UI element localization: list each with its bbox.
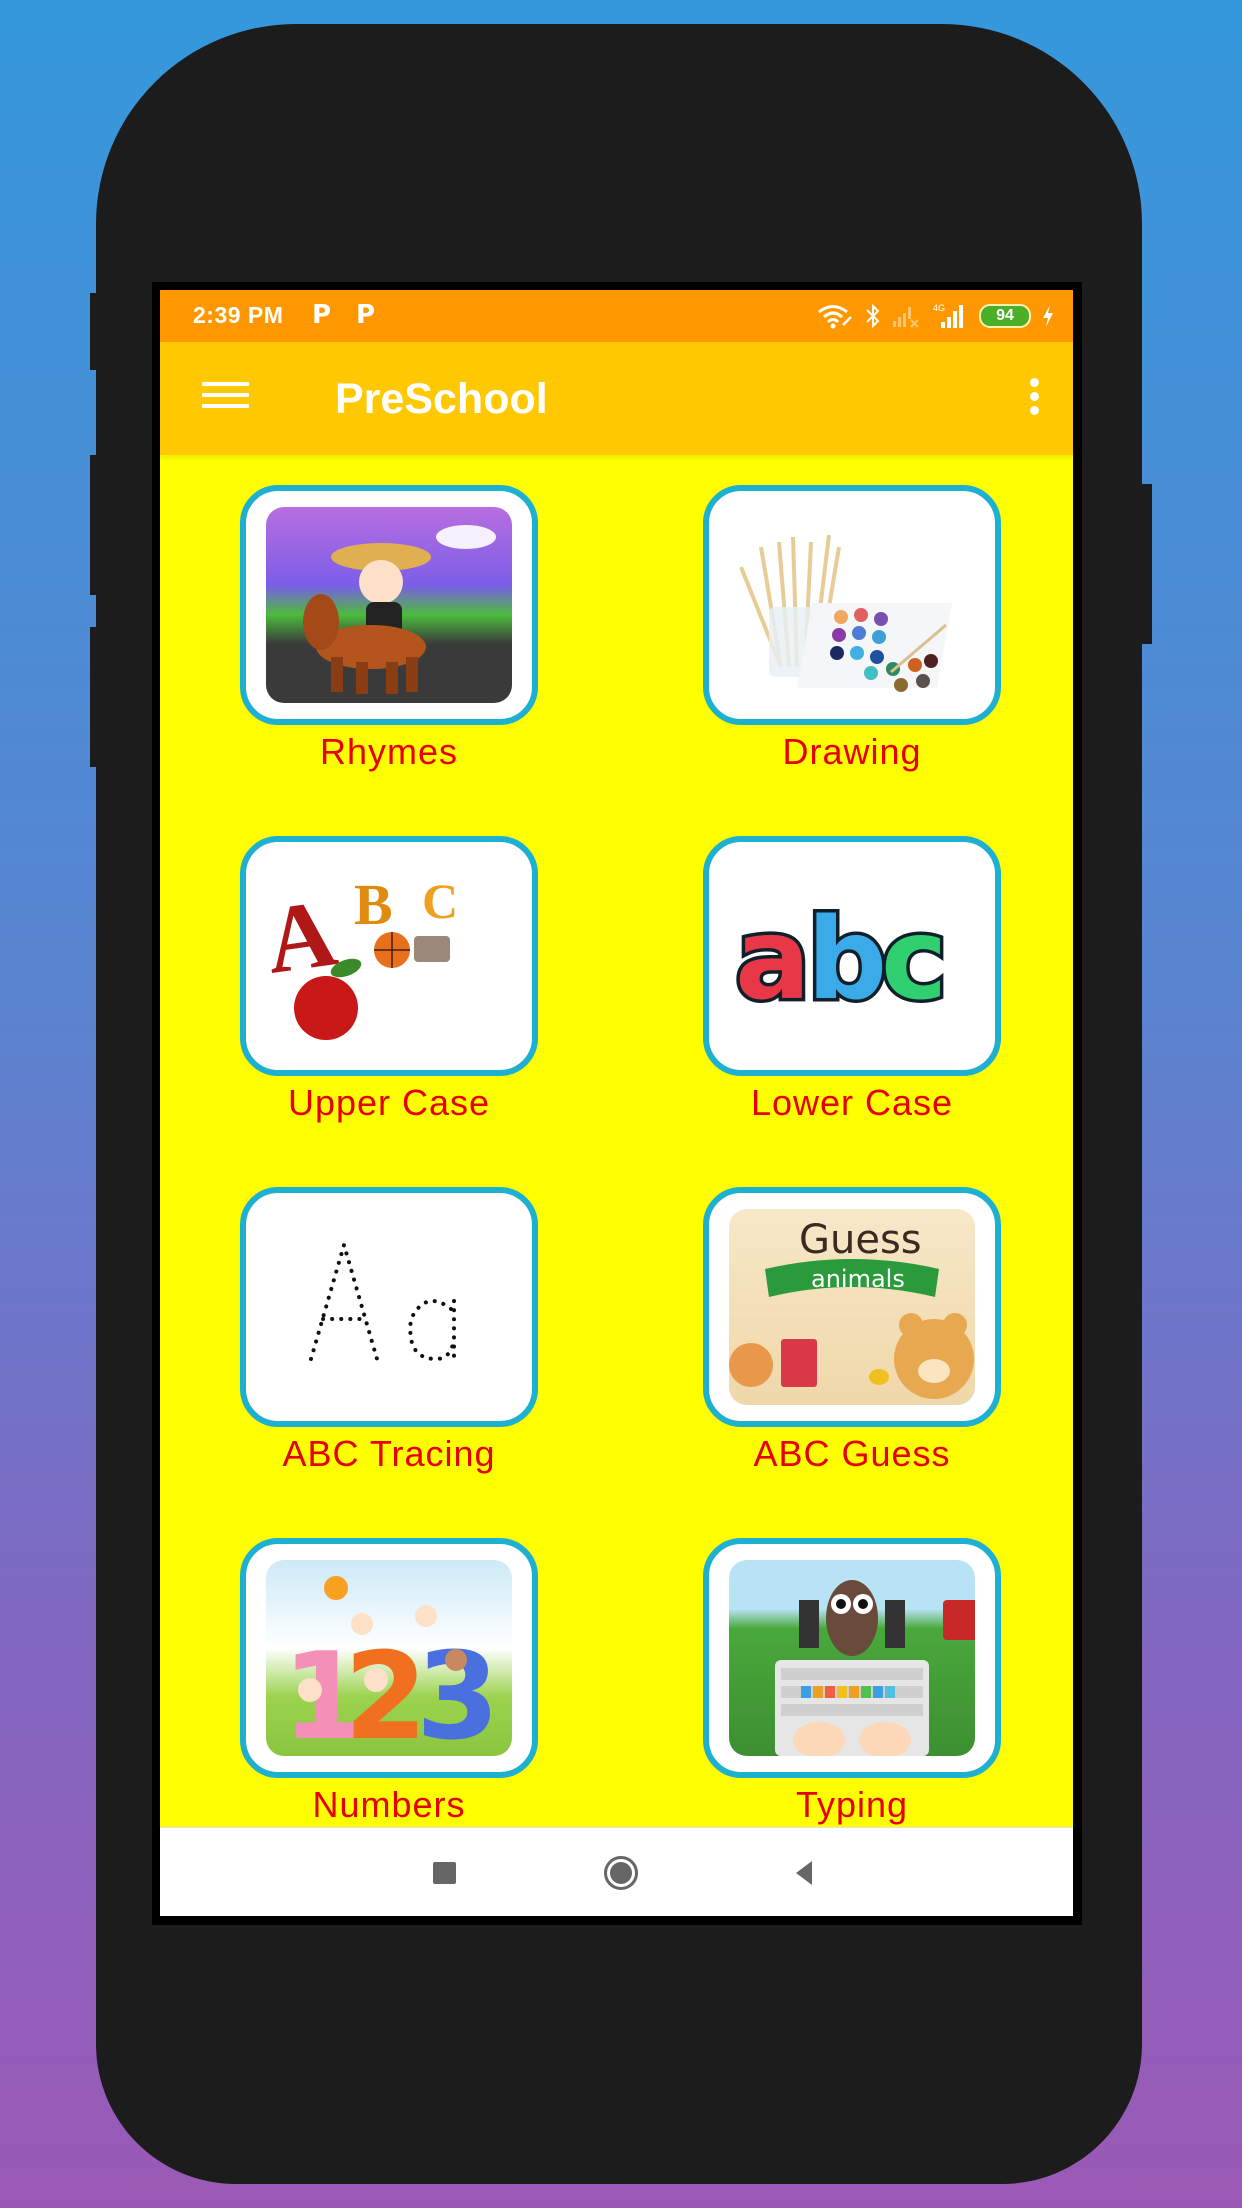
system-navigation-bar <box>160 1827 1073 1916</box>
tile-label: Typing <box>795 1784 909 1825</box>
tile-card[interactable]: a b c <box>703 836 1001 1076</box>
tile-label: Upper Case <box>287 1082 491 1123</box>
p-app-notification-icon: P <box>312 300 332 330</box>
tile-lower-case[interactable]: a b c Lower Case <box>703 836 1001 1123</box>
network-type-label: 4G <box>933 303 945 313</box>
tile-label: Numbers <box>312 1784 466 1825</box>
recent-apps-button[interactable] <box>407 1828 487 1916</box>
tile-abc-guess[interactable]: Guess animals ABC Guess <box>703 1187 1001 1474</box>
tile-rhymes[interactable]: Rhymes <box>240 485 538 772</box>
home-dot-icon <box>610 1862 632 1884</box>
wifi-icon <box>818 305 852 329</box>
home-button[interactable] <box>584 1828 664 1916</box>
tile-card[interactable]: 1 2 3 <box>240 1538 538 1778</box>
svg-text:B: B <box>354 872 393 937</box>
more-options-icon[interactable] <box>1029 378 1039 416</box>
square-icon <box>433 1862 456 1884</box>
hamburger-menu-icon[interactable] <box>202 382 249 410</box>
guess-image-subtitle: animals <box>811 1265 905 1293</box>
tile-label: Lower Case <box>750 1082 954 1123</box>
tile-drawing[interactable]: Drawing <box>703 485 1001 772</box>
numbers-image: 1 2 3 <box>266 1560 512 1756</box>
battery-level: 94 <box>996 307 1014 324</box>
upper-case-image: A B C <box>266 858 512 1054</box>
tile-card[interactable] <box>703 1538 1001 1778</box>
battery-icon: 94 <box>979 304 1031 328</box>
abc-guess-image: Guess animals <box>729 1209 975 1405</box>
tile-label: Drawing <box>782 731 922 772</box>
app-toolbar: PreSchool <box>160 342 1073 455</box>
svg-text:a: a <box>735 895 811 1025</box>
back-button[interactable] <box>768 1828 848 1916</box>
status-icons: 4G 94 <box>815 300 1055 332</box>
p-app-notification-icon: P <box>356 300 376 330</box>
bluetooth-icon <box>866 303 880 329</box>
tile-numbers[interactable]: 1 2 3 Numbers <box>240 1538 538 1825</box>
svg-text:3: 3 <box>416 1628 500 1756</box>
tile-card[interactable]: Guess animals <box>703 1187 1001 1427</box>
svg-text:c: c <box>881 895 947 1025</box>
signal-sim1-icon <box>893 307 919 328</box>
status-bar: 2:39 PM P P 4G 94 <box>160 290 1073 342</box>
tile-abc-tracing[interactable]: ABC Tracing <box>240 1187 538 1474</box>
rhymes-image <box>266 507 512 703</box>
drawing-image <box>721 507 983 703</box>
tile-card[interactable] <box>240 485 538 725</box>
tile-card[interactable]: A B C <box>240 836 538 1076</box>
lower-case-image: a b c <box>729 858 975 1054</box>
status-time: 2:39 PM <box>193 302 284 328</box>
svg-text:2: 2 <box>344 1628 428 1756</box>
svg-text:b: b <box>807 895 887 1025</box>
guess-image-title: Guess <box>799 1217 922 1263</box>
tile-label: Rhymes <box>319 731 459 772</box>
tile-label: ABC Tracing <box>282 1433 496 1474</box>
tile-label: ABC Guess <box>753 1433 951 1474</box>
tile-card[interactable] <box>240 1187 538 1427</box>
tile-upper-case[interactable]: A B C Upper Case <box>240 836 538 1123</box>
signal-4g-icon: 4G <box>933 303 963 328</box>
svg-text:C: C <box>422 873 458 929</box>
abc-tracing-image <box>266 1209 512 1405</box>
typing-image <box>729 1560 975 1756</box>
tile-card[interactable] <box>703 485 1001 725</box>
back-triangle-icon <box>796 1861 812 1885</box>
charging-icon <box>1043 305 1053 327</box>
app-title: PreSchool <box>335 375 548 423</box>
tile-typing[interactable]: Typing <box>703 1538 1001 1825</box>
app-screen: 2:39 PM P P 4G 94 PreSchool Rhymes Drawi… <box>160 290 1073 1916</box>
